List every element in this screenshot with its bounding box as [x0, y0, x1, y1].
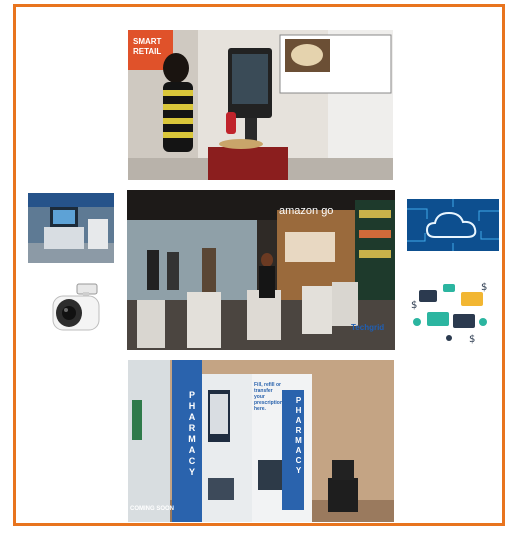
- cloud-icon: [407, 199, 499, 251]
- svg-text:$: $: [469, 334, 475, 345]
- watermark: Techgrid: [351, 323, 385, 332]
- pharmacy-banner: PHARMACY: [294, 396, 303, 476]
- sign-text: RETAIL: [133, 47, 162, 56]
- svg-text:$: $: [411, 300, 417, 311]
- security-camera-icon: [47, 282, 107, 337]
- pharmacy-kiosk-photo: PHARMACY PHARMACY Fill, refill or transf…: [128, 360, 394, 522]
- self-checkout-photo: [28, 193, 114, 263]
- sign-text: SMART: [133, 37, 162, 46]
- screen-text: Fill, refill or transfer your prescripti…: [254, 382, 283, 412]
- payment-cards-icon: $ $ $: [409, 278, 495, 346]
- store-sign: amazon go: [279, 205, 334, 217]
- coming-soon-text: COMING SOON: [130, 506, 175, 512]
- svg-text:$: $: [481, 282, 487, 293]
- smart-retail-kiosk-photo: SMART RETAIL: [128, 30, 393, 180]
- amazon-go-store-photo: amazon go Techgrid: [127, 190, 395, 350]
- pharmacy-banner: PHARMACY: [187, 390, 197, 478]
